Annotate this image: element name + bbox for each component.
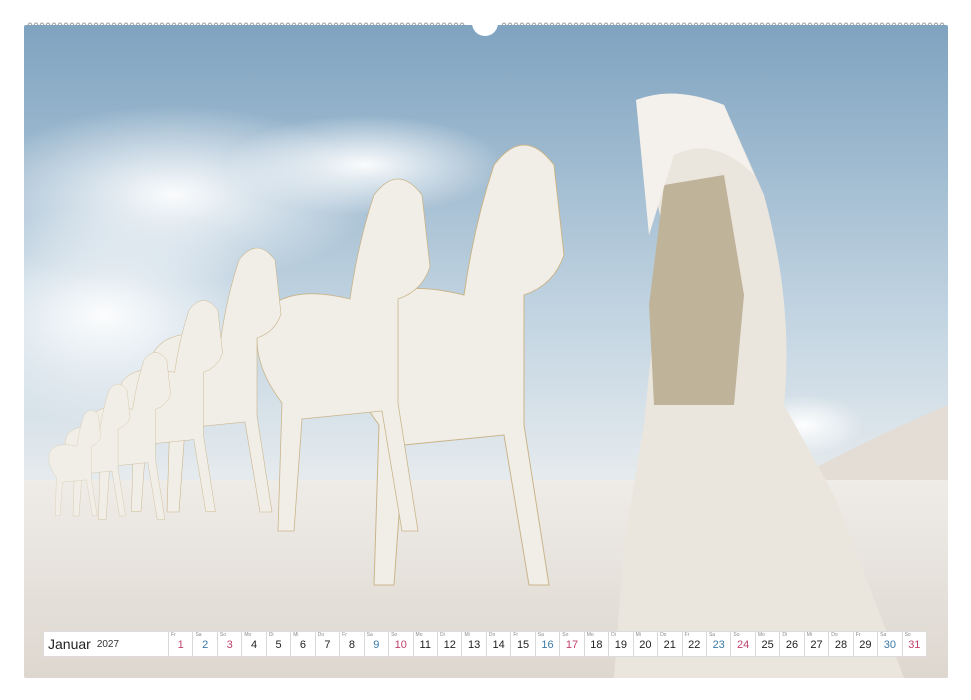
day-cell: Fr 29 bbox=[852, 632, 877, 656]
weekday-label: So bbox=[733, 632, 740, 638]
day-cell: Mi 13 bbox=[461, 632, 485, 656]
day-number: 6 bbox=[299, 639, 307, 651]
day-cell: Sa 30 bbox=[877, 632, 901, 656]
day-cell: Di 19 bbox=[608, 632, 632, 656]
weekday-label: Di bbox=[782, 632, 788, 638]
day-number: 3 bbox=[226, 639, 233, 651]
weekday-label: Sa bbox=[880, 632, 887, 638]
day-number: 10 bbox=[394, 639, 407, 651]
day-cell: Mo 18 bbox=[583, 632, 608, 656]
day-number: 7 bbox=[324, 639, 331, 651]
day-cell: Sa 2 bbox=[192, 632, 216, 656]
weekday-label: Mi bbox=[464, 632, 470, 638]
day-number: 16 bbox=[541, 639, 554, 651]
weekday-label: Do bbox=[488, 632, 496, 638]
day-cell: Sa 23 bbox=[705, 632, 730, 656]
day-cell: So 17 bbox=[559, 632, 583, 656]
day-number: 26 bbox=[785, 639, 799, 651]
weekday-label: Fr bbox=[171, 632, 176, 638]
day-number: 14 bbox=[492, 639, 505, 651]
weekday-label: Fr bbox=[855, 632, 861, 638]
day-number: 20 bbox=[639, 639, 652, 651]
day-cell: Fr 8 bbox=[339, 632, 363, 656]
day-number: 18 bbox=[590, 639, 603, 651]
day-number: 24 bbox=[737, 639, 750, 651]
weekday-label: Di bbox=[439, 632, 445, 638]
day-number: 9 bbox=[373, 639, 380, 651]
weekday-label: Sa bbox=[366, 632, 373, 638]
weekday-label: Mi bbox=[293, 632, 299, 638]
day-cell: Mi 20 bbox=[632, 632, 657, 656]
day-cells: Fr 1 Sa 2 So 3 Mo 4 Di 5 Mi 6 Do 7 Fr 8 Sa 9 So 10 Mo 11 Di 12 M… bbox=[168, 632, 926, 656]
weekday-label: Di bbox=[611, 632, 616, 638]
day-number: 19 bbox=[614, 639, 627, 651]
weekday-label: Fr bbox=[513, 632, 519, 638]
day-cell: Mo 11 bbox=[412, 632, 437, 656]
month-label: Januar bbox=[48, 636, 91, 652]
day-number: 2 bbox=[202, 639, 209, 651]
day-number: 17 bbox=[565, 639, 579, 651]
day-cell: Fr 15 bbox=[510, 632, 534, 656]
weekday-label: Sa bbox=[708, 632, 716, 638]
weekday-label: Mi bbox=[806, 632, 813, 638]
day-number: 12 bbox=[443, 639, 456, 651]
weekday-label: Mo bbox=[244, 632, 252, 638]
day-cell: So 31 bbox=[901, 632, 926, 656]
day-number: 15 bbox=[516, 639, 530, 651]
weekday-label: Do bbox=[831, 632, 838, 638]
weekday-label: Fr bbox=[342, 632, 347, 638]
weekday-label: Di bbox=[268, 632, 274, 638]
calendar-strip: Januar 2027 Fr 1 Sa 2 So 3 Mo 4 Di 5 Mi 6 Do 7 Fr 8 Sa 9 S… bbox=[44, 632, 926, 656]
weekday-label: So bbox=[904, 632, 911, 638]
day-cell: Di 26 bbox=[779, 632, 803, 656]
weekday-label: So bbox=[391, 632, 398, 638]
year-label: 2027 bbox=[96, 638, 120, 650]
weekday-label: Mo bbox=[757, 632, 765, 638]
weekday-label: Fr bbox=[684, 632, 690, 638]
day-cell: Do 14 bbox=[485, 632, 510, 656]
day-cell: Sa 9 bbox=[363, 632, 388, 656]
weekday-label: Mo bbox=[415, 632, 423, 638]
day-cell: Mo 25 bbox=[754, 632, 779, 656]
day-number: 30 bbox=[883, 639, 896, 651]
day-number: 25 bbox=[761, 639, 774, 651]
weekday-label: Do bbox=[317, 632, 325, 638]
day-cell: So 10 bbox=[388, 632, 412, 656]
weekday-label: Mi bbox=[635, 632, 641, 638]
day-cell: So 24 bbox=[730, 632, 754, 656]
day-number: 28 bbox=[834, 639, 848, 651]
day-cell: Sa 16 bbox=[534, 632, 559, 656]
day-number: 11 bbox=[419, 639, 431, 651]
day-number: 4 bbox=[251, 639, 258, 651]
weekday-label: Sa bbox=[537, 632, 544, 638]
day-cell: Di 5 bbox=[265, 632, 290, 656]
day-cell: Fr 1 bbox=[168, 632, 192, 656]
weekday-label: Do bbox=[660, 632, 667, 638]
day-cell: So 3 bbox=[216, 632, 241, 656]
day-cell: Di 12 bbox=[436, 632, 461, 656]
day-number: 1 bbox=[177, 639, 184, 651]
day-number: 22 bbox=[688, 639, 701, 651]
day-number: 13 bbox=[468, 639, 481, 651]
day-number: 31 bbox=[908, 639, 921, 651]
day-cell: Mi 27 bbox=[803, 632, 828, 656]
day-number: 8 bbox=[348, 639, 355, 651]
day-number: 5 bbox=[275, 639, 282, 651]
day-number: 23 bbox=[712, 639, 725, 651]
weekday-label: So bbox=[219, 632, 227, 638]
day-cell: Mo 4 bbox=[241, 632, 265, 656]
weekday-label: Sa bbox=[195, 632, 202, 638]
weekday-label: Mo bbox=[586, 632, 594, 638]
day-cell: Fr 22 bbox=[681, 632, 706, 656]
day-number: 21 bbox=[663, 639, 676, 651]
day-cell: Do 28 bbox=[828, 632, 852, 656]
day-cell: Mi 6 bbox=[290, 632, 314, 656]
weekday-label: So bbox=[562, 632, 569, 638]
calendar-photo bbox=[24, 25, 948, 678]
day-number: 29 bbox=[859, 639, 872, 651]
day-cell: Do 7 bbox=[314, 632, 339, 656]
day-number: 27 bbox=[810, 639, 823, 651]
calendar-title: Januar 2027 bbox=[44, 632, 168, 656]
day-cell: Do 21 bbox=[657, 632, 681, 656]
